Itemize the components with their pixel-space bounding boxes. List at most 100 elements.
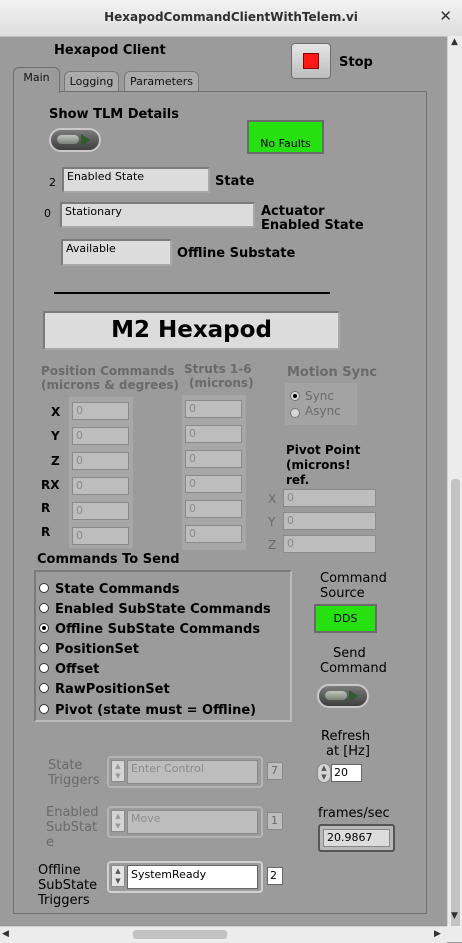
strut-1-input[interactable]: 0 — [185, 400, 242, 418]
state-triggers-index: 7 — [267, 762, 283, 780]
offline-substate-triggers-label-line1: Offline — [38, 863, 81, 878]
send-command-label-line2: Command — [320, 661, 387, 676]
scroll-up-icon[interactable]: ▲ — [451, 37, 458, 47]
vertical-scroll-thumb[interactable] — [451, 479, 460, 937]
fault-indicator: No Faults — [247, 120, 324, 154]
window-titlebar: HexapodCommandClientWithTelem.vi ✕ — [0, 0, 462, 37]
state-index: 2 — [49, 176, 56, 189]
position-ry-input[interactable]: 0 — [72, 502, 129, 520]
offline-substate-triggers-stepper[interactable]: ▲ ▼ — [111, 865, 125, 887]
command-option-offline-substate: Offline SubState Commands — [55, 622, 261, 637]
refresh-stepper[interactable]: ▲ ▼ — [317, 763, 331, 783]
command-source-label-line1: Command — [320, 571, 387, 586]
position-rx-input[interactable]: 0 — [72, 477, 129, 495]
position-rz-input[interactable]: 0 — [72, 527, 129, 545]
strut-3-input[interactable]: 0 — [185, 450, 242, 468]
command-radio-offline-substate[interactable] — [39, 623, 49, 633]
horizontal-scroll-thumb[interactable] — [133, 930, 227, 939]
enabled-substate-triggers-label-line1: Enabled — [46, 805, 99, 820]
position-x-input[interactable]: 0 — [72, 402, 129, 420]
command-radio-state[interactable] — [39, 583, 49, 593]
refresh-label-line1: Refresh — [321, 729, 371, 744]
stop-button[interactable] — [291, 43, 331, 79]
scroll-right-icon[interactable]: ▶ — [434, 929, 441, 939]
struts-header-line2: (microns) — [189, 376, 254, 390]
command-option-rawpositionset: RawPositionSet — [55, 682, 170, 697]
enabled-substate-triggers-label-line3: e — [46, 835, 54, 850]
tab-logging[interactable]: Logging — [64, 71, 119, 92]
strut-6-input[interactable]: 0 — [185, 525, 242, 543]
pivot-x-label: X — [268, 492, 277, 506]
enabled-substate-triggers-label-line2: SubStat — [46, 820, 98, 835]
motion-sync-option-sync: Sync — [305, 389, 334, 403]
pivot-header-line2: (microns! — [286, 458, 351, 472]
device-title: M2 Hexapod — [43, 311, 340, 350]
horizontal-scrollbar[interactable]: ◀ ▶ — [0, 926, 447, 943]
axis-z-label: Z — [51, 454, 60, 468]
scroll-down-icon[interactable]: ▼ — [451, 911, 458, 921]
stop-icon — [303, 53, 319, 69]
offline-substate-field: Available — [61, 239, 172, 266]
offline-substate-label: Offline Substate — [177, 246, 296, 261]
command-radio-enabled-substate[interactable] — [39, 603, 49, 613]
strut-5-input[interactable]: 0 — [185, 500, 242, 518]
command-radio-offset[interactable] — [39, 663, 49, 673]
frames-per-sec-value: 20.9867 — [323, 829, 390, 847]
tab-main[interactable]: Main — [13, 67, 60, 93]
command-source-indicator[interactable]: DDS — [314, 604, 377, 633]
strut-4-input[interactable]: 0 — [185, 475, 242, 493]
commands-to-send-header: Commands To Send — [37, 552, 180, 567]
motion-sync-radio-sync[interactable] — [290, 391, 300, 401]
pivot-header-line3: ref. — [286, 473, 310, 487]
hexapod-client-label: Hexapod Client — [54, 43, 166, 58]
offline-substate-triggers-label-line2: SubState — [38, 878, 98, 893]
strut-2-input[interactable]: 0 — [185, 425, 242, 443]
tab-parameters[interactable]: Parameters — [124, 71, 199, 92]
actuator-label-line2: Enabled State — [261, 218, 364, 229]
pivot-x-input[interactable]: 0 — [283, 489, 376, 507]
refresh-input[interactable]: 20 — [331, 764, 362, 782]
position-y-input[interactable]: 0 — [72, 427, 129, 445]
struts-header-line1: Struts 1-6 — [184, 362, 252, 376]
position-z-input[interactable]: 0 — [72, 452, 129, 470]
command-radio-rawpositionset[interactable] — [39, 683, 49, 693]
scroll-corner — [447, 926, 462, 942]
command-option-pivot: Pivot (state must = Offline) — [55, 703, 257, 718]
stop-label: Stop — [339, 55, 373, 70]
offline-substate-triggers-label-line3: Triggers — [38, 893, 90, 908]
frames-per-sec-label: frames/sec — [318, 806, 390, 821]
state-label: State — [215, 174, 255, 189]
motion-sync-radio-async[interactable] — [290, 408, 300, 418]
vertical-scrollbar[interactable]: ▲ ▼ — [447, 36, 462, 937]
enabled-substate-triggers-field[interactable]: Move — [127, 810, 258, 834]
actuator-state-field: Stationary — [60, 202, 255, 228]
axis-r1-label: R — [41, 501, 51, 515]
pivot-y-input[interactable]: 0 — [283, 512, 376, 530]
state-triggers-field[interactable]: Enter Control — [127, 760, 258, 784]
command-radio-pivot[interactable] — [39, 704, 49, 714]
scroll-left-icon[interactable]: ◀ — [2, 929, 9, 939]
show-tlm-toggle[interactable] — [49, 128, 101, 152]
frames-per-sec-frame: 20.9867 — [318, 824, 395, 852]
send-command-label-line1: Send — [333, 646, 366, 661]
pivot-y-label: Y — [268, 515, 276, 529]
position-commands-header-line1: Position Commands — [41, 364, 175, 378]
command-option-offset: Offset — [55, 662, 100, 677]
state-field: Enabled State — [62, 167, 210, 193]
command-option-enabled-substate: Enabled SubState Commands — [55, 602, 271, 617]
enabled-substate-triggers-stepper[interactable]: ▲ ▼ — [111, 810, 125, 832]
axis-rx-label: RX — [41, 478, 60, 492]
actuator-state-index: 0 — [44, 207, 51, 220]
state-triggers-label-line2: Triggers — [48, 773, 100, 788]
offline-substate-triggers-field[interactable]: SystemReady — [127, 865, 258, 889]
refresh-label-line2: at [Hz] — [326, 744, 370, 759]
state-triggers-stepper[interactable]: ▲ ▼ — [111, 760, 125, 782]
position-commands-header-line2: (microns & degrees) — [41, 378, 180, 392]
command-radio-positionset[interactable] — [39, 643, 49, 653]
send-command-toggle[interactable] — [317, 684, 369, 708]
actuator-label-line1: Actuator — [261, 204, 325, 219]
motion-sync-option-async: Async — [305, 404, 341, 418]
pivot-z-input[interactable]: 0 — [283, 535, 376, 553]
axis-x-label: X — [51, 405, 61, 419]
close-icon[interactable]: ✕ — [439, 7, 452, 25]
